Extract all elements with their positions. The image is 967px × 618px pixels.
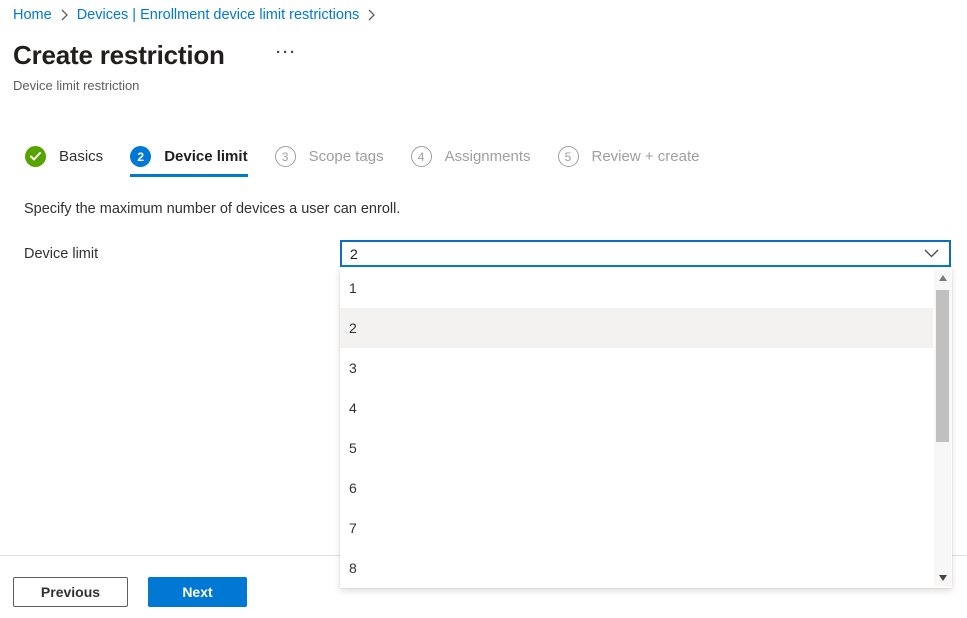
device-limit-label: Device limit (24, 246, 98, 262)
scroll-down-icon[interactable] (934, 570, 951, 586)
step-device-limit[interactable]: 2 Device limit (130, 146, 247, 167)
step-assignments[interactable]: 4 Assignments (411, 146, 531, 167)
dropdown-option-2[interactable]: 2 (340, 308, 933, 348)
next-button[interactable]: Next (148, 577, 247, 607)
dropdown-option-6[interactable]: 6 (340, 468, 933, 508)
step-label: Assignments (445, 148, 531, 165)
breadcrumb: Home Devices | Enrollment device limit r… (13, 7, 375, 23)
chevron-right-icon (368, 9, 375, 21)
dropdown-option-3[interactable]: 3 (340, 348, 933, 388)
dropdown-option-8[interactable]: 8 (340, 548, 933, 588)
device-limit-dropdown[interactable]: 2 (340, 240, 951, 267)
step-number-badge: 3 (275, 146, 296, 167)
previous-button[interactable]: Previous (13, 577, 128, 607)
instruction-text: Specify the maximum number of devices a … (24, 201, 400, 217)
breadcrumb-home[interactable]: Home (13, 7, 52, 23)
more-options-icon[interactable]: ··· (276, 44, 297, 61)
wizard-steps: Basics 2 Device limit 3 Scope tags 4 Ass… (25, 146, 699, 167)
step-label: Basics (59, 148, 103, 165)
dropdown-option-4[interactable]: 4 (340, 388, 933, 428)
check-icon (25, 146, 46, 167)
scroll-up-icon[interactable] (934, 270, 951, 286)
step-label: Device limit (164, 148, 247, 165)
dropdown-option-1[interactable]: 1 (340, 268, 933, 308)
step-number-badge: 5 (558, 146, 579, 167)
chevron-down-icon (924, 249, 939, 258)
step-review-create[interactable]: 5 Review + create (558, 146, 700, 167)
scrollbar-thumb[interactable] (936, 290, 949, 442)
dropdown-option-5[interactable]: 5 (340, 428, 933, 468)
chevron-right-icon (61, 9, 68, 21)
step-label: Scope tags (309, 148, 384, 165)
step-number-badge: 4 (411, 146, 432, 167)
page-title: Create restriction (13, 40, 225, 71)
device-limit-listbox: 1 2 3 4 5 6 7 8 (340, 268, 952, 588)
breadcrumb-devices-enrollment[interactable]: Devices | Enrollment device limit restri… (77, 7, 360, 23)
create-restriction-page: Home Devices | Enrollment device limit r… (0, 0, 967, 618)
dropdown-value: 2 (350, 246, 358, 262)
step-label: Review + create (592, 148, 700, 165)
dropdown-scrollbar[interactable] (934, 270, 951, 586)
step-scope-tags[interactable]: 3 Scope tags (275, 146, 384, 167)
step-basics[interactable]: Basics (25, 146, 103, 167)
page-subtitle: Device limit restriction (13, 78, 139, 93)
step-number-badge: 2 (130, 146, 151, 167)
dropdown-option-7[interactable]: 7 (340, 508, 933, 548)
